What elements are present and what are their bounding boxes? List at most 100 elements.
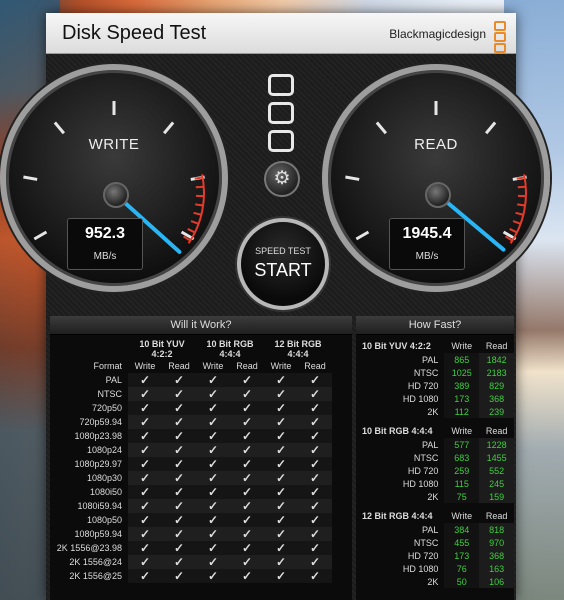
check-icon: ✓ [230,484,264,499]
check-icon: ✓ [264,386,298,401]
read-fps-value: 1455 [479,451,514,464]
format-label: 2K [427,406,439,417]
gauge-tick [345,175,360,181]
read-speed-unit: MB/s [415,251,439,262]
target-button-2[interactable] [268,102,294,124]
redline-tick [187,228,196,234]
check-icon: ✓ [230,414,264,429]
format-label: HD 720 [407,550,439,561]
start-button[interactable]: SPEED TEST START [237,218,329,310]
table-row: NTSC 683 1455 [356,451,514,464]
check-icon: ✓ [230,540,264,555]
read-fps-value: 818 [479,523,514,536]
table-row: 2K 1556@25 ✓ ✓ ✓ ✓ ✓ ✓ [50,568,332,583]
read-fps-value: 163 [479,562,514,575]
check-icon: ✓ [196,554,230,569]
read-column-header: Read [485,341,508,351]
table-row: 2K 1556@23.98 ✓ ✓ ✓ ✓ ✓ ✓ [50,540,332,555]
check-icon: ✓ [298,414,332,429]
read-readout: 1945.4 MB/s [389,218,465,270]
check-icon: ✓ [128,568,162,583]
target-button-1[interactable] [268,74,294,96]
target-button-3[interactable] [268,130,294,152]
check-icon: ✓ [298,568,332,583]
check-icon: ✓ [298,372,332,387]
format-label: 1080p59.94 [74,528,122,539]
table-row: 1080p24 ✓ ✓ ✓ ✓ ✓ ✓ [50,442,332,457]
gear-icon[interactable]: ⚙ [264,161,300,197]
write-fps-value: 455 [444,536,480,549]
check-icon: ✓ [196,428,230,443]
redline-tick [516,176,525,180]
read-column-header: Read [485,511,508,521]
format-label: PAL [422,354,439,365]
format-label: 1080p29.97 [74,458,122,469]
format-label: HD 720 [407,380,439,391]
check-icon: ✓ [230,568,264,583]
table-row: HD 720 389 829 [356,379,514,392]
table-row: 1080p30 ✓ ✓ ✓ ✓ ✓ ✓ [50,470,332,485]
target-selector [266,68,296,152]
table-row: 2K 75 159 [356,490,514,503]
check-icon: ✓ [298,400,332,415]
table-row: HD 720 259 552 [356,464,514,477]
table-row: 1080p23.98 ✓ ✓ ✓ ✓ ✓ ✓ [50,428,332,443]
check-icon: ✓ [196,470,230,485]
check-icon: ✓ [162,442,196,457]
write-fps-value: 1025 [444,366,480,379]
write-column-header: Write [451,341,473,351]
read-fps-value: 829 [479,379,514,392]
gauge-tick [33,230,48,241]
gauge-tick [23,175,38,181]
section-title: 10 Bit RGB 4:4:4 [362,426,433,436]
read-fps-value: 552 [479,464,514,477]
read-needle-hub [425,182,451,208]
check-icon: ✓ [128,526,162,541]
section-header-row: 10 Bit RGB 4:4:4 Write Read [356,424,514,438]
write-speed-unit: MB/s [93,251,117,262]
check-icon: ✓ [298,540,332,555]
format-label: NTSC [413,367,439,378]
table-row: HD 1080 76 163 [356,562,514,575]
check-icon: ✓ [264,540,298,555]
table-row: 720p50 ✓ ✓ ✓ ✓ ✓ ✓ [50,400,332,415]
check-icon: ✓ [230,526,264,541]
write-fps-value: 389 [444,379,480,392]
gauge-tick [484,121,497,135]
check-icon: ✓ [264,400,298,415]
check-icon: ✓ [162,540,196,555]
read-column-header: Read [485,426,508,436]
will-it-work-table: 10 Bit YUV 4:2:2 10 Bit RGB 4:4:4 12 Bit… [50,339,332,583]
how-fast-header: How Fast? [356,316,514,335]
write-column-header: Write [451,426,473,436]
table-row: PAL ✓ ✓ ✓ ✓ ✓ ✓ [50,372,332,387]
format-label: 2K 1556@25 [69,570,122,581]
redline-arc [187,174,205,244]
read-fps-value: 239 [479,405,514,418]
format-label: 1080p24 [86,444,122,455]
read-fps-value: 2183 [479,366,514,379]
table-row: 1080p59.94 ✓ ✓ ✓ ✓ ✓ ✓ [50,526,332,541]
write-fps-value: 76 [444,562,480,575]
write-fps-value: 173 [444,392,480,405]
redline-tick [195,203,204,207]
write-fps-value: 577 [444,438,480,451]
write-fps-value: 865 [444,353,480,366]
read-fps-value: 106 [479,575,514,588]
gauge-tick [162,121,175,135]
table-row: 1080i59.94 ✓ ✓ ✓ ✓ ✓ ✓ [50,498,332,513]
write-fps-value: 50 [444,575,480,588]
check-icon: ✓ [264,484,298,499]
check-icon: ✓ [230,470,264,485]
table-row: 1080i50 ✓ ✓ ✓ ✓ ✓ ✓ [50,484,332,499]
check-icon: ✓ [162,414,196,429]
check-icon: ✓ [264,442,298,457]
table-row: PAL 384 818 [356,523,514,536]
format-label: NTSC [97,388,123,399]
title-bar[interactable]: Disk Speed Test Blackmagicdesign [46,13,516,54]
write-fps-value: 112 [444,405,480,418]
read-speed-value: 1945.4 [402,225,452,242]
table-row: HD 720 173 368 [356,549,514,562]
table-row: 2K 50 106 [356,575,514,588]
check-icon: ✓ [264,498,298,513]
